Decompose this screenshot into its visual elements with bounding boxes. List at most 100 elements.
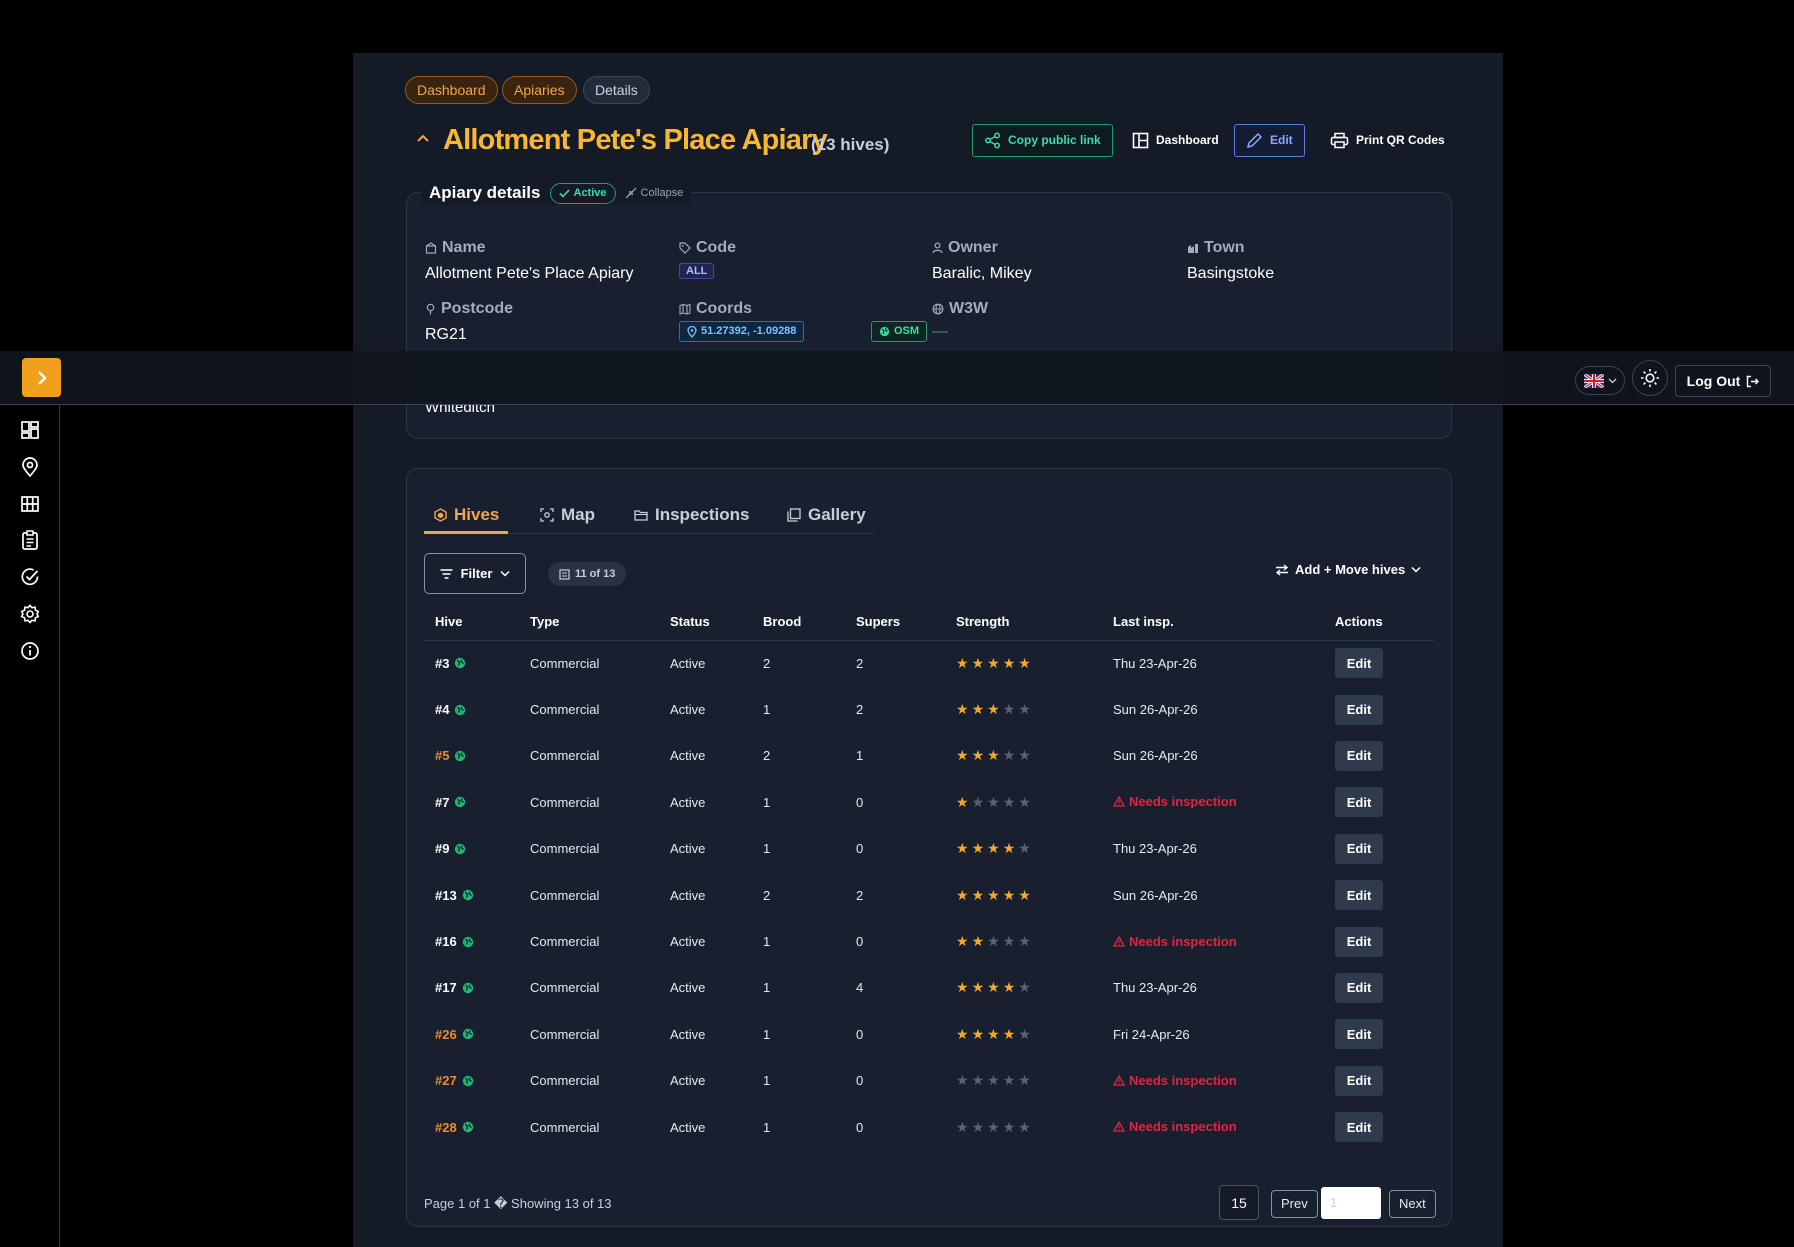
building-icon	[425, 242, 437, 254]
breadcrumb-apiaries[interactable]: Apiaries	[502, 76, 577, 104]
theme-toggle-button[interactable]	[1632, 360, 1668, 396]
tab-gallery-label: Gallery	[808, 505, 866, 524]
coords-link[interactable]: 51.27392, -1.09288	[679, 321, 805, 342]
edit-hive-button[interactable]: Edit	[1335, 1065, 1383, 1096]
postcode-label: Postcode	[425, 300, 513, 318]
hive-link[interactable]: #5	[435, 748, 466, 763]
page-size-select[interactable]: 15	[1219, 1185, 1259, 1220]
hive-link[interactable]: #7	[435, 795, 466, 810]
strength-stars: ★ ★ ★ ★ ★	[956, 840, 1034, 857]
edit-hive-button[interactable]: Edit	[1335, 972, 1383, 1003]
star-icon: ★	[971, 1072, 985, 1089]
column-header-hive[interactable]: Hive	[424, 614, 519, 641]
hive-link[interactable]: #3	[435, 656, 466, 671]
globe-icon	[879, 326, 890, 337]
dashboard-button-label: Dashboard	[1156, 133, 1219, 147]
star-icon: ★	[1018, 1118, 1031, 1135]
osm-link[interactable]: OSM	[871, 321, 928, 342]
edit-hive-button[interactable]: Edit	[1335, 648, 1383, 679]
star-icon: ★	[987, 840, 1000, 857]
location-pin-icon	[687, 325, 697, 338]
collapse-button[interactable]: Collapse	[625, 187, 683, 199]
table-row: #16 Commercial Active 1 0 ★ ★ ★ ★ ★ Needs inspecti…	[424, 918, 1434, 964]
globe-icon	[455, 750, 466, 762]
edit-apiary-button[interactable]: Edit	[1234, 124, 1305, 157]
edit-hive-button[interactable]: Edit	[1335, 787, 1383, 818]
hive-number: #7	[435, 794, 450, 810]
user-icon	[932, 242, 943, 254]
hive-type: Commercial	[530, 748, 600, 764]
apiary-panel: Dashboard Apiaries Details Allotment Pet…	[353, 53, 1503, 1247]
column-header-status[interactable]: Status	[659, 614, 752, 641]
star-icon: ★	[956, 1072, 969, 1089]
dashboard-icon[interactable]	[19, 419, 41, 441]
map-pin-icon[interactable]	[19, 456, 41, 478]
grid-icon[interactable]	[19, 493, 41, 515]
tab-hives[interactable]: Hives	[434, 505, 499, 525]
globe-icon	[462, 889, 473, 901]
add-move-hives-button[interactable]: Add + Move hives	[1275, 562, 1421, 577]
uk-flag-icon	[1583, 373, 1604, 388]
hive-actions: Edit	[1324, 1011, 1434, 1057]
w3w-value: —	[932, 323, 948, 340]
column-header-strength[interactable]: Strength	[945, 614, 1102, 641]
hive-status: Active	[670, 934, 706, 950]
settings-icon[interactable]	[19, 603, 41, 625]
language-select[interactable]	[1575, 366, 1625, 395]
table-row: #5 Commercial Active 2 1 ★ ★ ★ ★ ★ Sun 26-Apr-26 Ed…	[424, 733, 1434, 779]
edit-hive-button[interactable]: Edit	[1335, 740, 1383, 771]
hive-strength: ★ ★ ★ ★ ★	[945, 686, 1102, 732]
code-badge: ALL	[679, 263, 715, 279]
needs-inspection-warning: Needs inspection	[1113, 794, 1237, 809]
dashboard-button[interactable]: Dashboard	[1121, 124, 1230, 157]
hive-link[interactable]: #17	[435, 980, 474, 995]
column-header-last-inspection[interactable]: Last insp.	[1102, 614, 1324, 641]
breadcrumb-dashboard[interactable]: Dashboard	[405, 76, 498, 104]
column-header-supers[interactable]: Supers	[845, 614, 945, 641]
hive-supers: 0	[856, 841, 864, 857]
hive-link[interactable]: #26	[435, 1027, 474, 1042]
filter-button[interactable]: Filter	[424, 553, 526, 594]
logout-button[interactable]: Log Out	[1675, 365, 1771, 397]
sidebar-toggle-button[interactable]	[22, 358, 61, 397]
star-icon: ★	[987, 979, 1000, 996]
tab-gallery[interactable]: Gallery	[787, 505, 866, 525]
hive-link[interactable]: #28	[435, 1120, 474, 1135]
pagination-info: Page 1 of 1 � Showing 13 of 13	[424, 1196, 612, 1211]
edit-hive-button[interactable]: Edit	[1335, 1019, 1383, 1050]
star-icon: ★	[1018, 979, 1031, 996]
chevron-up-icon[interactable]	[416, 133, 430, 143]
edit-hive-button[interactable]: Edit	[1335, 926, 1383, 957]
hive-actions: Edit	[1324, 826, 1434, 872]
hive-link[interactable]: #9	[435, 841, 466, 856]
star-icon: ★	[1002, 1025, 1016, 1042]
tab-inspections[interactable]: Inspections	[634, 505, 749, 525]
check-circle-icon[interactable]	[19, 566, 41, 588]
hive-link[interactable]: #27	[435, 1073, 474, 1088]
edit-hive-button[interactable]: Edit	[1335, 1112, 1383, 1143]
hive-link[interactable]: #16	[435, 934, 474, 949]
hive-actions: Edit	[1324, 1058, 1434, 1104]
hive-strength: ★ ★ ★ ★ ★	[945, 872, 1102, 918]
page-number-input[interactable]: 1	[1321, 1187, 1381, 1219]
column-header-type[interactable]: Type	[519, 614, 659, 641]
hive-link[interactable]: #13	[435, 888, 474, 903]
print-qr-codes-button[interactable]: Print QR Codes	[1319, 124, 1456, 157]
prev-page-button[interactable]: Prev	[1271, 1190, 1318, 1218]
layout-icon	[1132, 132, 1149, 149]
edit-hive-button[interactable]: Edit	[1335, 833, 1383, 864]
hive-type: Commercial	[530, 655, 600, 671]
tab-map[interactable]: Map	[540, 505, 595, 525]
info-icon[interactable]	[19, 640, 41, 662]
hive-number: #26	[435, 1026, 457, 1042]
edit-hive-button[interactable]: Edit	[1335, 694, 1383, 725]
star-icon: ★	[987, 886, 1000, 903]
hive-link[interactable]: #4	[435, 702, 466, 717]
hive-brood: 1	[763, 1073, 771, 1089]
filter-label: Filter	[460, 566, 493, 581]
next-page-button[interactable]: Next	[1389, 1190, 1436, 1218]
copy-public-link-button[interactable]: Copy public link	[972, 124, 1113, 157]
column-header-brood[interactable]: Brood	[752, 614, 845, 641]
edit-hive-button[interactable]: Edit	[1335, 880, 1383, 911]
clipboard-icon[interactable]	[19, 529, 41, 551]
